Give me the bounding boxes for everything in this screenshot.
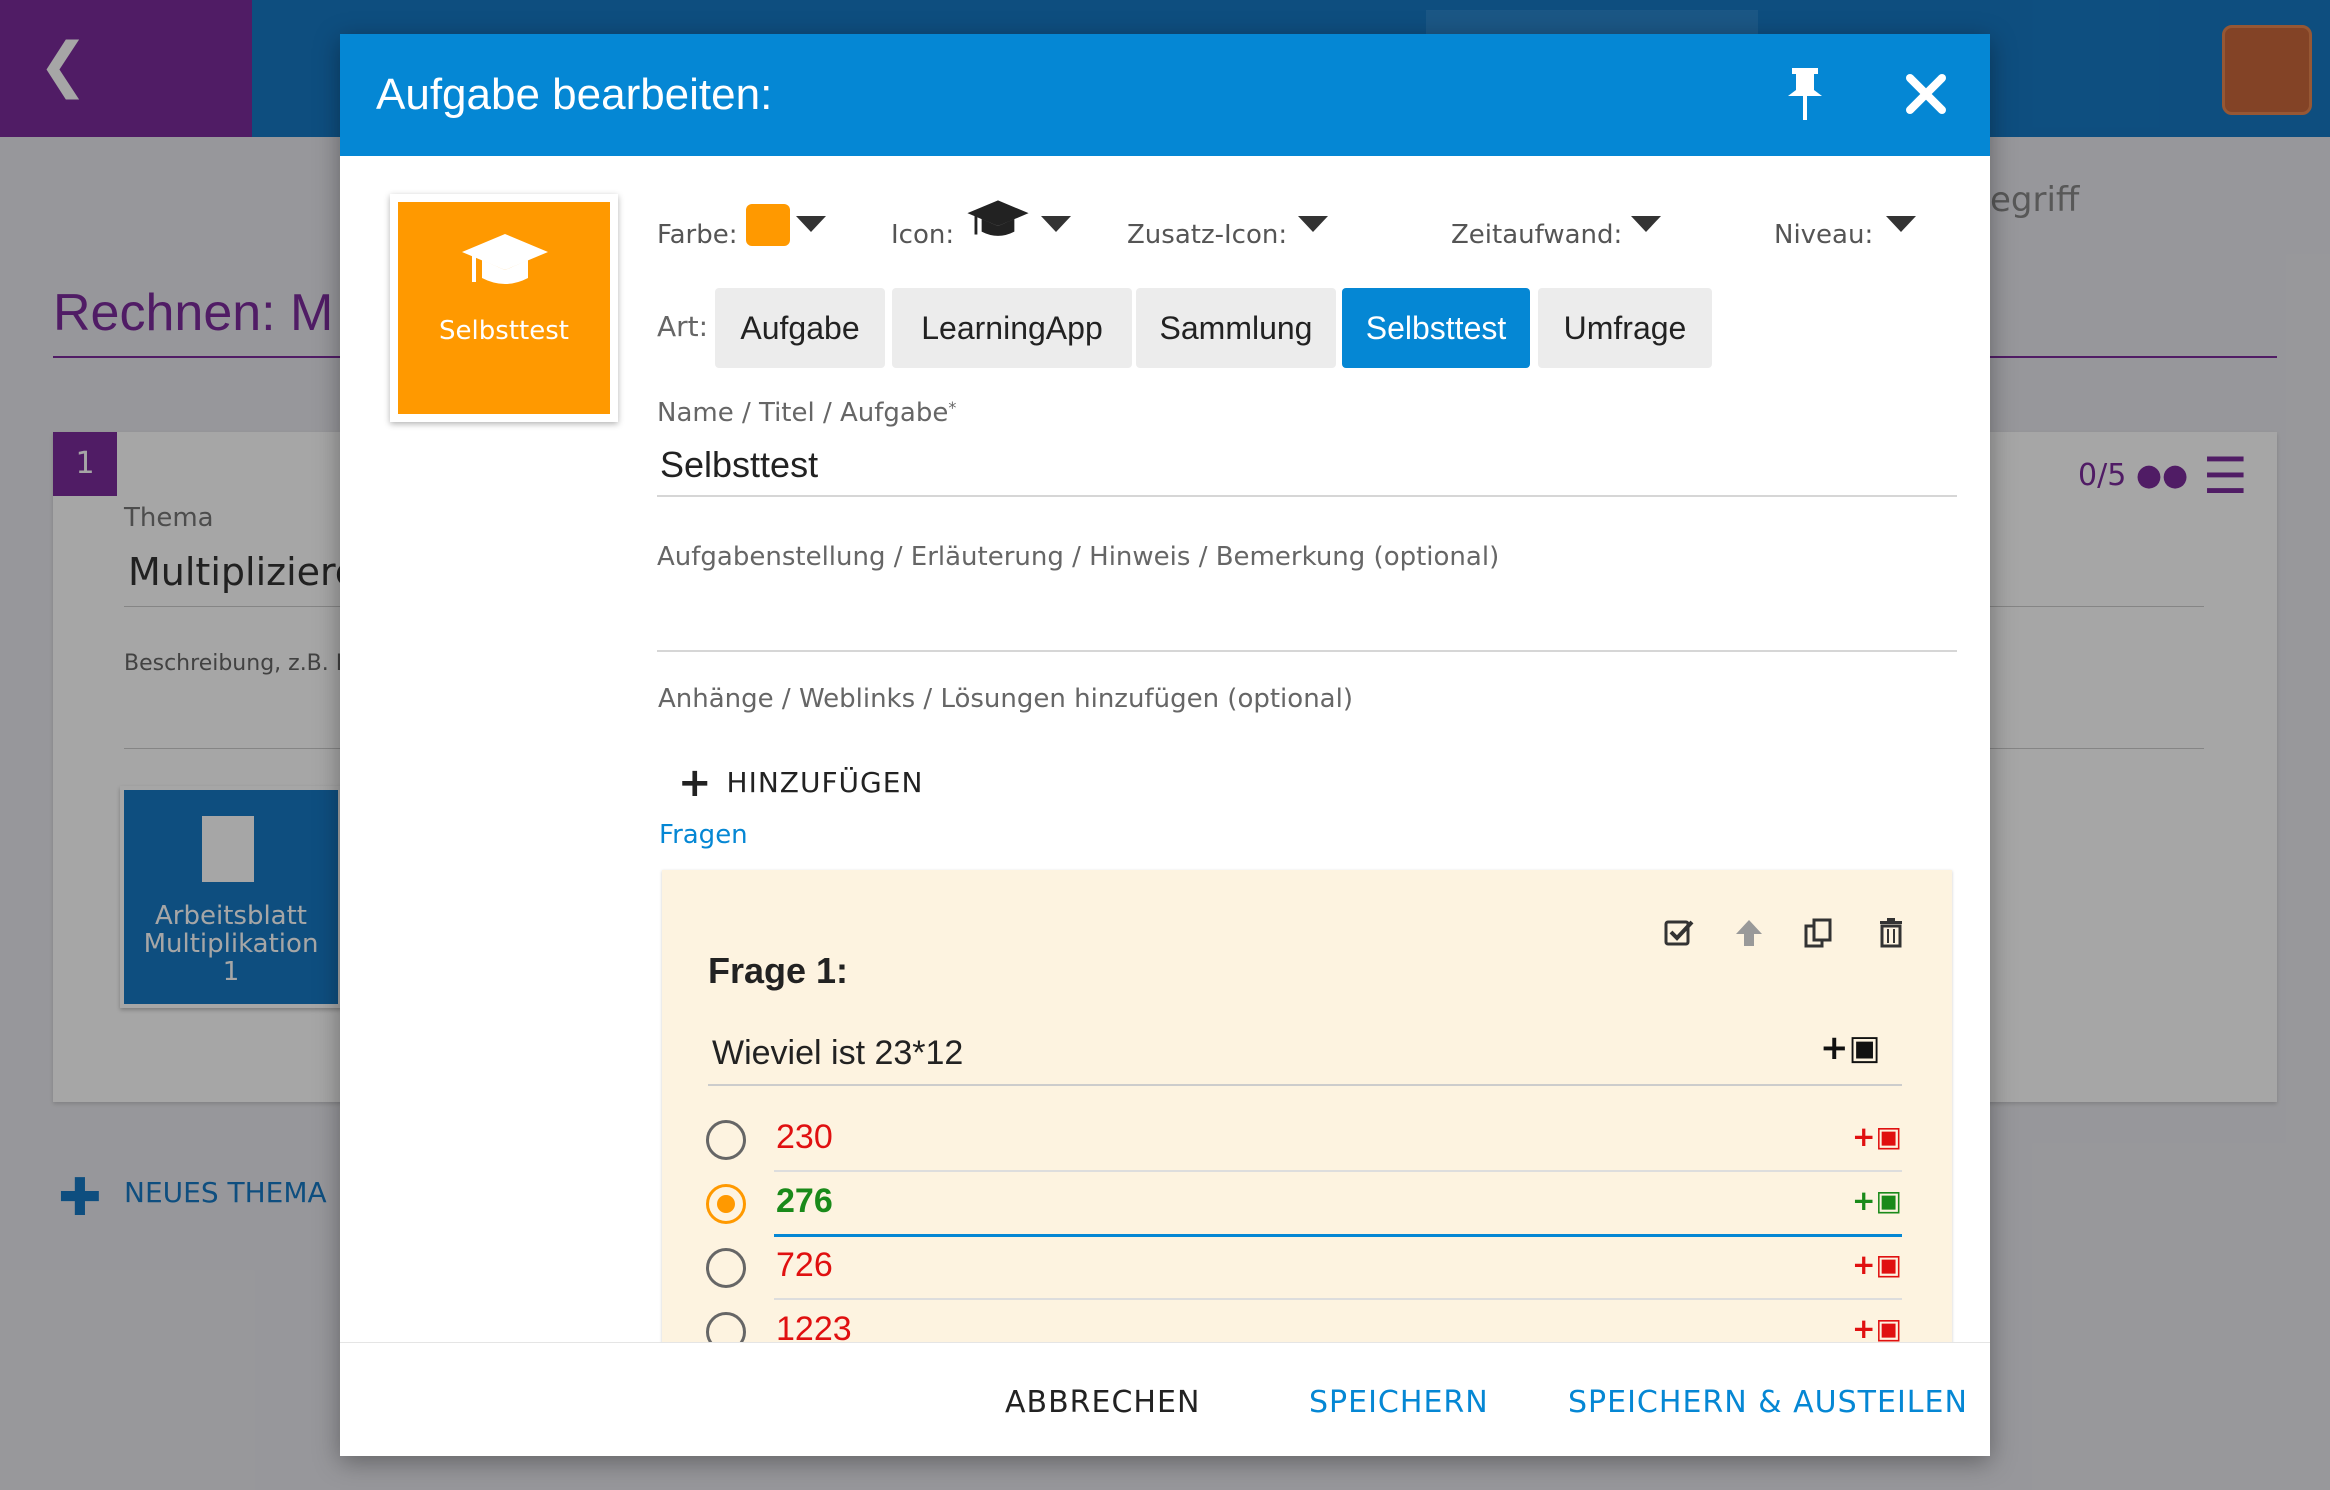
answer-row: 230 +▣: [662, 1114, 1952, 1178]
dialog-title: Aufgabe bearbeiten:: [376, 70, 773, 119]
add-image-icon[interactable]: +▣: [1852, 1184, 1902, 1217]
questions-label: Fragen: [659, 820, 748, 850]
answer-radio-selected[interactable]: [706, 1184, 746, 1224]
description-textarea[interactable]: Aufgabenstellung / Erläuterung / Hinweis…: [657, 542, 1499, 572]
save-and-share-button[interactable]: SPEICHERN & AUSTEILEN: [1568, 1385, 1968, 1420]
pin-icon[interactable]: [1780, 64, 1830, 124]
close-icon[interactable]: [1902, 70, 1950, 118]
answer-radio[interactable]: [706, 1248, 746, 1288]
name-label-text: Name / Titel / Aufgabe: [657, 398, 949, 428]
caret-down-icon[interactable]: [1041, 216, 1071, 232]
answer-underline: [774, 1298, 1902, 1300]
art-aufgabe-button[interactable]: Aufgabe: [715, 288, 885, 368]
checkbox-check-icon[interactable]: [1662, 916, 1696, 950]
farbe-label: Farbe:: [657, 220, 738, 250]
attachments-label: Anhänge / Weblinks / Lösungen hinzufügen…: [658, 684, 1353, 714]
required-marker: *: [948, 398, 957, 417]
zeitaufwand-label: Zeitaufwand:: [1451, 220, 1623, 250]
dialog-footer: ABBRECHEN SPEICHERN SPEICHERN & AUSTEILE…: [340, 1342, 1990, 1456]
art-sammlung-button[interactable]: Sammlung: [1136, 288, 1336, 368]
niveau-label: Niveau:: [1774, 220, 1874, 250]
add-image-icon[interactable]: +▣: [1852, 1312, 1902, 1345]
graduation-cap-icon[interactable]: [966, 198, 1030, 244]
answer-input[interactable]: 276: [776, 1182, 833, 1221]
copy-icon[interactable]: [1802, 916, 1836, 950]
add-attachment-button[interactable]: + HINZUFÜGEN: [678, 756, 924, 806]
answer-input[interactable]: 726: [776, 1246, 833, 1285]
art-learningapp-button[interactable]: LearningApp: [892, 288, 1132, 368]
zusatz-icon-label: Zusatz-Icon:: [1127, 220, 1288, 250]
name-input[interactable]: Selbsttest: [660, 444, 818, 486]
caret-down-icon[interactable]: [1631, 216, 1661, 232]
answer-row: 726 +▣: [662, 1242, 1952, 1306]
arrow-up-icon[interactable]: [1732, 916, 1766, 950]
name-label: Name / Titel / Aufgabe*: [657, 398, 956, 428]
color-swatch[interactable]: [746, 204, 790, 246]
task-preview-tile: Selbsttest: [390, 194, 618, 422]
question-text-input[interactable]: Wieviel ist 23*12: [712, 1034, 963, 1073]
save-button[interactable]: SPEICHERN: [1309, 1385, 1489, 1420]
preview-label: Selbsttest: [439, 316, 569, 346]
icon-label: Icon:: [891, 220, 955, 250]
graduation-cap-icon: [462, 234, 548, 284]
answer-underline: [774, 1170, 1902, 1172]
question-underline: [708, 1084, 1902, 1086]
art-label: Art:: [657, 310, 709, 343]
answer-input[interactable]: 230: [776, 1118, 833, 1157]
add-image-icon[interactable]: +▣: [1852, 1248, 1902, 1281]
caret-down-icon[interactable]: [796, 216, 826, 232]
answer-underline: [774, 1234, 1902, 1237]
add-label: HINZUFÜGEN: [726, 766, 924, 799]
answer-row: 276 +▣: [662, 1178, 1952, 1242]
answer-radio[interactable]: [706, 1120, 746, 1160]
plus-icon: +: [678, 760, 713, 806]
name-underline: [657, 495, 1957, 497]
art-selbsttest-button[interactable]: Selbsttest: [1342, 288, 1530, 368]
add-image-icon[interactable]: +▣: [1820, 1028, 1881, 1068]
trash-icon[interactable]: [1874, 916, 1908, 950]
question-title: Frage 1:: [708, 950, 849, 991]
description-underline: [657, 650, 1957, 652]
dialog-header: Aufgabe bearbeiten:: [340, 34, 1990, 156]
add-image-icon[interactable]: +▣: [1852, 1120, 1902, 1153]
caret-down-icon[interactable]: [1886, 216, 1916, 232]
caret-down-icon[interactable]: [1298, 216, 1328, 232]
edit-task-dialog: Aufgabe bearbeiten: Selbsttest Farbe: Ic…: [340, 34, 1990, 1456]
cancel-button[interactable]: ABBRECHEN: [1005, 1385, 1200, 1420]
art-umfrage-button[interactable]: Umfrage: [1538, 288, 1712, 368]
